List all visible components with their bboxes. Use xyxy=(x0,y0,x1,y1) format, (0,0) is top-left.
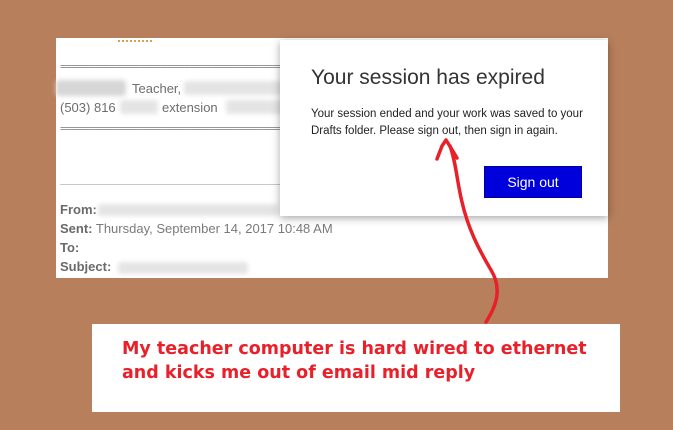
separator-line-bottom: ========================================… xyxy=(60,122,300,135)
subject-label: Subject: xyxy=(60,259,112,274)
subject-row: Subject: xyxy=(60,259,111,274)
redaction-blur xyxy=(120,100,158,114)
session-expired-dialog: Your session has expired Your session en… xyxy=(280,40,608,216)
to-label: To: xyxy=(60,240,80,255)
to-row: To: xyxy=(60,240,79,255)
redaction-blur xyxy=(184,81,284,95)
caption-text: My teacher computer is hard wired to eth… xyxy=(122,339,587,383)
redaction-blur xyxy=(226,100,286,114)
redaction-blur xyxy=(56,80,126,96)
sent-value: Thursday, September 14, 2017 10:48 AM xyxy=(95,221,333,236)
header-divider xyxy=(60,184,286,185)
redaction-blur xyxy=(98,204,278,216)
signature-title: Teacher, xyxy=(132,81,182,96)
redacted-text-fragment xyxy=(118,34,152,42)
sent-row: Sent: Thursday, September 14, 2017 10:48… xyxy=(60,221,333,236)
separator-line-top: ========================================… xyxy=(60,60,300,73)
signature-phone: (503) 816 xyxy=(60,100,116,115)
from-row: From: xyxy=(60,202,97,217)
redaction-blur xyxy=(118,262,248,274)
dialog-title: Your session has expired xyxy=(311,66,545,89)
sign-out-button[interactable]: Sign out xyxy=(484,166,582,198)
caption-box: My teacher computer is hard wired to eth… xyxy=(92,324,620,412)
signature-extension: extension xyxy=(162,100,218,115)
dialog-message: Your session ended and your work was sav… xyxy=(311,108,583,137)
from-label: From: xyxy=(60,202,97,217)
sent-label: Sent: xyxy=(60,221,93,236)
